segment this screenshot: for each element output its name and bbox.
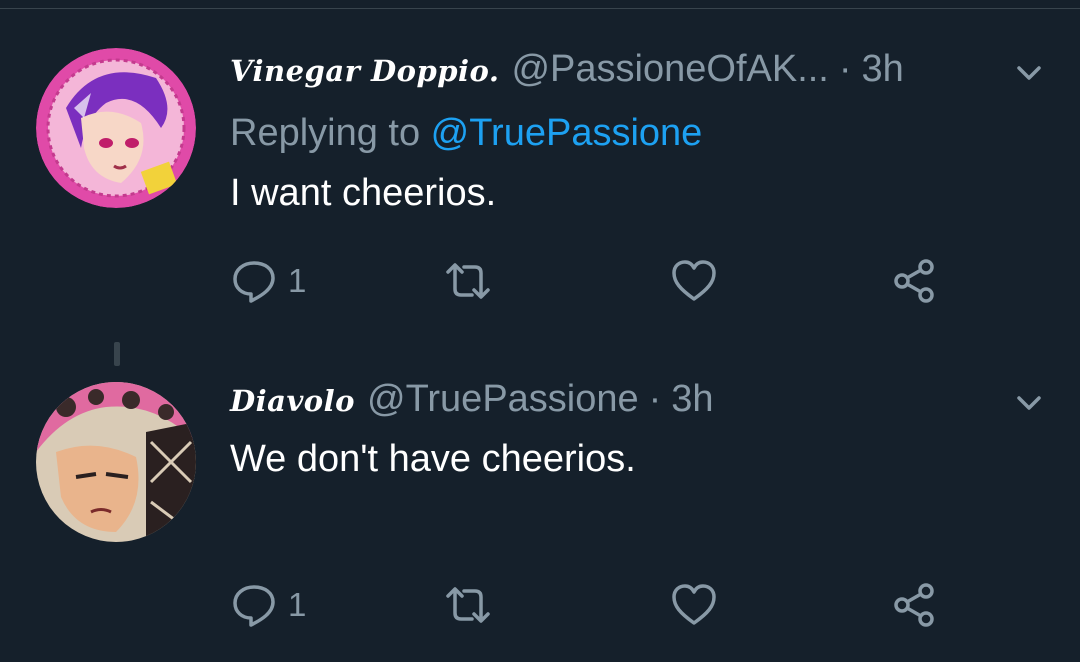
separator: · bbox=[838, 48, 852, 90]
like-button[interactable] bbox=[670, 580, 718, 630]
tweet-text: I want cheerios. bbox=[230, 172, 497, 214]
reply-mention-link[interactable]: @TruePassione bbox=[431, 112, 703, 154]
tweet-1[interactable]: Vinegar Doppio. @PassioneOfAK... · 3h Re… bbox=[0, 0, 1080, 340]
like-icon bbox=[672, 584, 716, 625]
reply-icon bbox=[233, 585, 275, 627]
like-button[interactable] bbox=[670, 256, 718, 306]
retweet-icon bbox=[446, 263, 490, 299]
reply-count: 1 bbox=[288, 586, 307, 623]
user-handle[interactable]: @PassioneOfAK... bbox=[511, 48, 828, 91]
retweet-icon bbox=[446, 587, 490, 623]
avatar[interactable] bbox=[36, 48, 196, 208]
replying-to: Replying to @TruePassione bbox=[230, 112, 702, 155]
separator: · bbox=[648, 378, 662, 420]
tweet-2[interactable]: Diavolo @TruePassione · 3h We don't have… bbox=[0, 340, 1080, 662]
chevron-down-icon[interactable] bbox=[1014, 388, 1044, 418]
share-button[interactable] bbox=[890, 256, 938, 306]
chevron-down-icon[interactable] bbox=[1014, 58, 1044, 88]
share-button[interactable] bbox=[890, 580, 938, 630]
display-name[interactable]: Diavolo bbox=[230, 384, 355, 418]
tweet-header: Vinegar Doppio. @PassioneOfAK... · 3h bbox=[230, 48, 904, 91]
like-icon bbox=[672, 260, 716, 301]
tweet-header: Diavolo @TruePassione · 3h bbox=[230, 378, 714, 421]
tweet-text: We don't have cheerios. bbox=[230, 438, 636, 480]
replying-to-label: Replying to bbox=[230, 112, 431, 154]
tweet-actions: 1 bbox=[230, 256, 950, 306]
retweet-button[interactable] bbox=[444, 256, 492, 306]
reply-button[interactable]: 1 bbox=[230, 580, 306, 630]
timestamp[interactable]: 3h bbox=[862, 48, 904, 91]
share-icon bbox=[894, 583, 934, 627]
timestamp[interactable]: 3h bbox=[671, 378, 713, 421]
reply-button[interactable]: 1 bbox=[230, 256, 306, 306]
display-name[interactable]: Vinegar Doppio. bbox=[230, 54, 499, 88]
retweet-button[interactable] bbox=[444, 580, 492, 630]
share-icon bbox=[894, 259, 934, 303]
reply-count: 1 bbox=[288, 262, 307, 299]
tweet-actions: 1 bbox=[230, 580, 950, 630]
reply-icon bbox=[233, 261, 275, 303]
avatar[interactable] bbox=[36, 382, 196, 542]
user-handle[interactable]: @TruePassione bbox=[367, 378, 639, 421]
